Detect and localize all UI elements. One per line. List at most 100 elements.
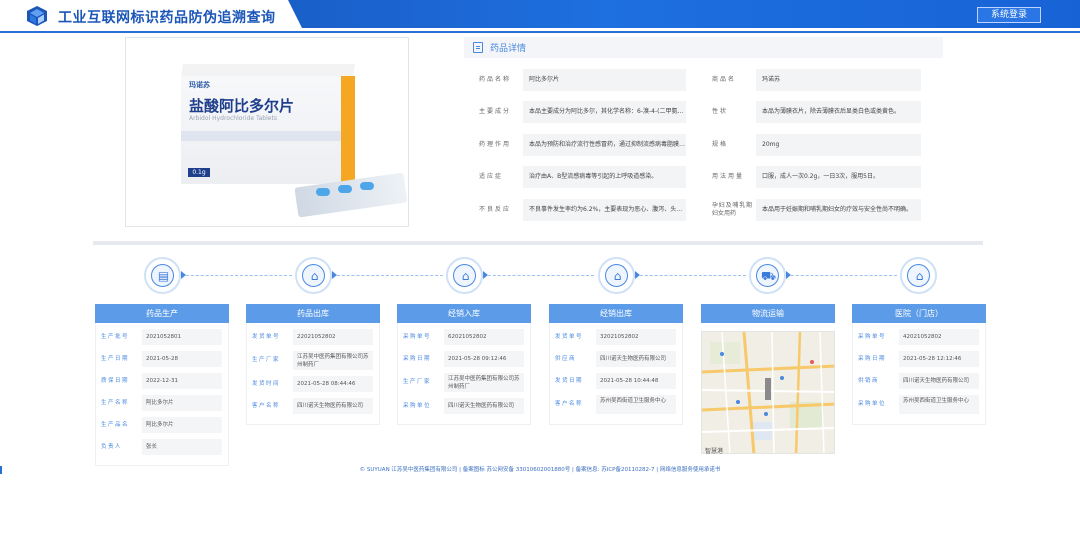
- stage-row: 生产厂家 江苏吴中医药集团有限公司苏州制药厂: [249, 351, 377, 370]
- stage-row: 生产名称 阿比多尔片: [98, 395, 226, 411]
- login-button[interactable]: 系统登录: [977, 7, 1041, 23]
- timeline-arrow: [181, 271, 186, 279]
- production-node: ▤: [144, 257, 181, 294]
- stage-title: 医院（门店）: [852, 304, 986, 323]
- stage-row: 客户名称 苏州吴西街道卫生服务中心: [552, 395, 680, 414]
- stage-card-production: 药品生产 生产批号 2021052801 生产日期 2021-05-28 质保日期 2…: [95, 304, 229, 466]
- timeline-arrow: [635, 271, 640, 279]
- cube-logo-icon: [27, 6, 47, 26]
- detail-value: 不良事件发生率约为6.2%，主要表现为恶心、腹泻、头晕和...: [523, 199, 686, 221]
- stage-row: 发货日期 2021-05-28 10:44:48: [552, 373, 680, 389]
- stage-row: 发货单号 22021052802: [249, 329, 377, 345]
- detail-header: 药品详情: [464, 37, 943, 58]
- stage-row: 生产日期 2021-05-28: [98, 351, 226, 367]
- stage-card-logistics: 物流运输: [701, 304, 835, 323]
- map-graphic: [702, 332, 834, 453]
- site-title: 工业互联网标识药品防伪追溯查询: [58, 10, 276, 26]
- stage-row: 供应商 四川诺天生物医药有限公司: [552, 351, 680, 367]
- stage-title: 药品出库: [246, 304, 380, 323]
- stage-row: 生产品名 阿比多尔片: [98, 417, 226, 433]
- truck-icon: ⛟: [760, 269, 777, 283]
- pill: [316, 188, 330, 196]
- detail-value: 本品主要成分为阿比多尔，其化学名称：6-溴-4-(二甲氨基甲...: [523, 101, 686, 123]
- section-divider: [93, 241, 983, 245]
- distributor-in-node: ⌂: [446, 257, 483, 294]
- map-caption: 智慧港: [705, 448, 724, 455]
- stage-row: 生产厂家 江苏吴中医药集团有限公司苏州制药厂: [400, 373, 528, 392]
- detail-value: 阿比多尔片: [523, 69, 686, 91]
- stage-title: 药品生产: [95, 304, 229, 323]
- package-english-name: Arbidol Hydrochloride Tablets: [189, 115, 277, 122]
- detail-label: 规格: [712, 141, 729, 148]
- detail-value: 20mg: [756, 134, 921, 156]
- stage-title: 经销出库: [549, 304, 683, 323]
- header-band: [288, 0, 1080, 28]
- detail-value: 玛诺苏: [756, 69, 921, 91]
- stage-row: 客户名称 四川诺天生物医药有限公司: [249, 398, 377, 414]
- store-icon: ⌂: [310, 269, 319, 283]
- stage-row: 质保日期 2022-12-31: [98, 373, 226, 389]
- logistics-node: ⛟: [749, 257, 786, 294]
- stage-row: 供销商 四川诺天生物医药有限公司: [855, 373, 983, 389]
- stage-row: 负责人 张长: [98, 439, 226, 455]
- stage-row: 发货单号 32021052802: [552, 329, 680, 345]
- pill: [338, 185, 352, 193]
- stage-title: 物流运输: [701, 304, 835, 323]
- stage-row: 采购单号 42021052802: [855, 329, 983, 345]
- stage-row: 采购单位 苏州吴西街道卫生服务中心: [855, 395, 983, 414]
- detail-label: 主要成分: [479, 108, 512, 115]
- timeline-connector: [483, 275, 594, 276]
- timeline-connector: [332, 275, 443, 276]
- detail-label: 用法用量: [712, 173, 745, 180]
- stage-row: 发货时间 2021-05-28 08:44:46: [249, 376, 377, 392]
- product-image: 玛诺苏 盐酸阿比多尔片 Arbidol Hydrochloride Tablet…: [125, 37, 409, 227]
- detail-label: 不良反应: [479, 206, 512, 213]
- package-name: 盐酸阿比多尔片: [189, 97, 295, 115]
- stage-row: 生产批号 2021052801: [98, 329, 226, 345]
- store-icon: ⌂: [613, 269, 622, 283]
- detail-title: 药品详情: [490, 44, 527, 54]
- stage-card-warehouse-out: 药品出库 发货单号 22021052802 生产厂家 江苏吴中医药集团有限公司苏州制…: [246, 304, 380, 425]
- header-underline: [0, 31, 1080, 33]
- detail-value: 口服，成人一次0.2g，一日3次，服用5日。: [756, 166, 921, 188]
- stage-card-hospital: 医院（门店） 采购单号 42021052802 采购日期 2021-05-28 12…: [852, 304, 986, 425]
- detail-label: 性状: [712, 108, 729, 115]
- stage-card-distributor-in: 经销入库 采购单号 62021052802 采购日期 2021-05-28 09:1…: [397, 304, 531, 425]
- document-icon: [473, 42, 483, 53]
- timeline-arrow: [332, 271, 337, 279]
- detail-label: 药品名称: [479, 76, 512, 83]
- warehouse-out-node: ⌂: [295, 257, 332, 294]
- store-icon: ⌂: [915, 269, 924, 283]
- timeline-arrow: [786, 271, 791, 279]
- detail-value: 治疗由A、B型流感病毒等引起的上呼吸道感染。: [523, 166, 686, 188]
- hospital-node: ⌂: [900, 257, 937, 294]
- detail-label: 药理作用: [479, 141, 512, 148]
- footer-text: © SUYUAN 江苏吴中医药集团有限公司 | 备案图标 苏公网安备 33010…: [359, 467, 721, 473]
- stage-card-distributor-out: 经销出库 发货单号 32021052802 供应商 四川诺天生物医药有限公司 发货日…: [549, 304, 683, 425]
- package-stripe: [181, 131, 341, 141]
- detail-label: 商品名: [712, 76, 737, 83]
- detail-value: 本品用于妊娠期和哺乳期妇女的疗效与安全性尚不明确。: [756, 199, 921, 221]
- package-dose: 0.1g: [188, 168, 210, 177]
- timeline-connector: [786, 275, 897, 276]
- stage-title: 经销入库: [397, 304, 531, 323]
- detail-value: 本品为薄膜衣片，除去薄膜衣后显类白色或类黄色。: [756, 101, 921, 123]
- detail-value: 本品为预防和治疗流行性感冒药，通过抑制流感病毒脂膜与...: [523, 134, 686, 156]
- pill: [360, 182, 374, 190]
- package-brand: 玛诺苏: [189, 81, 210, 89]
- header-bar: 工业互联网标识药品防伪追溯查询 系统登录: [0, 0, 1080, 33]
- package-front: 玛诺苏 盐酸阿比多尔片 Arbidol Hydrochloride Tablet…: [181, 76, 355, 184]
- stage-row: 采购单号 62021052802: [400, 329, 528, 345]
- detail-label: 适应症: [479, 173, 504, 180]
- distributor-out-node: ⌂: [598, 257, 635, 294]
- timeline-arrow: [483, 271, 488, 279]
- detail-label: 孕妇及哺乳期妇女用药: [712, 202, 752, 217]
- logistics-map[interactable]: [701, 331, 835, 454]
- timeline-connector: [635, 275, 746, 276]
- stage-row: 采购日期 2021-05-28 12:12:46: [855, 351, 983, 367]
- production-icon: ▤: [157, 269, 170, 283]
- timeline-connector: [181, 275, 292, 276]
- store-icon: ⌂: [461, 269, 470, 283]
- stage-row: 采购单位 四川诺天生物医药有限公司: [400, 398, 528, 414]
- stage-row: 采购日期 2021-05-28 09:12:46: [400, 351, 528, 367]
